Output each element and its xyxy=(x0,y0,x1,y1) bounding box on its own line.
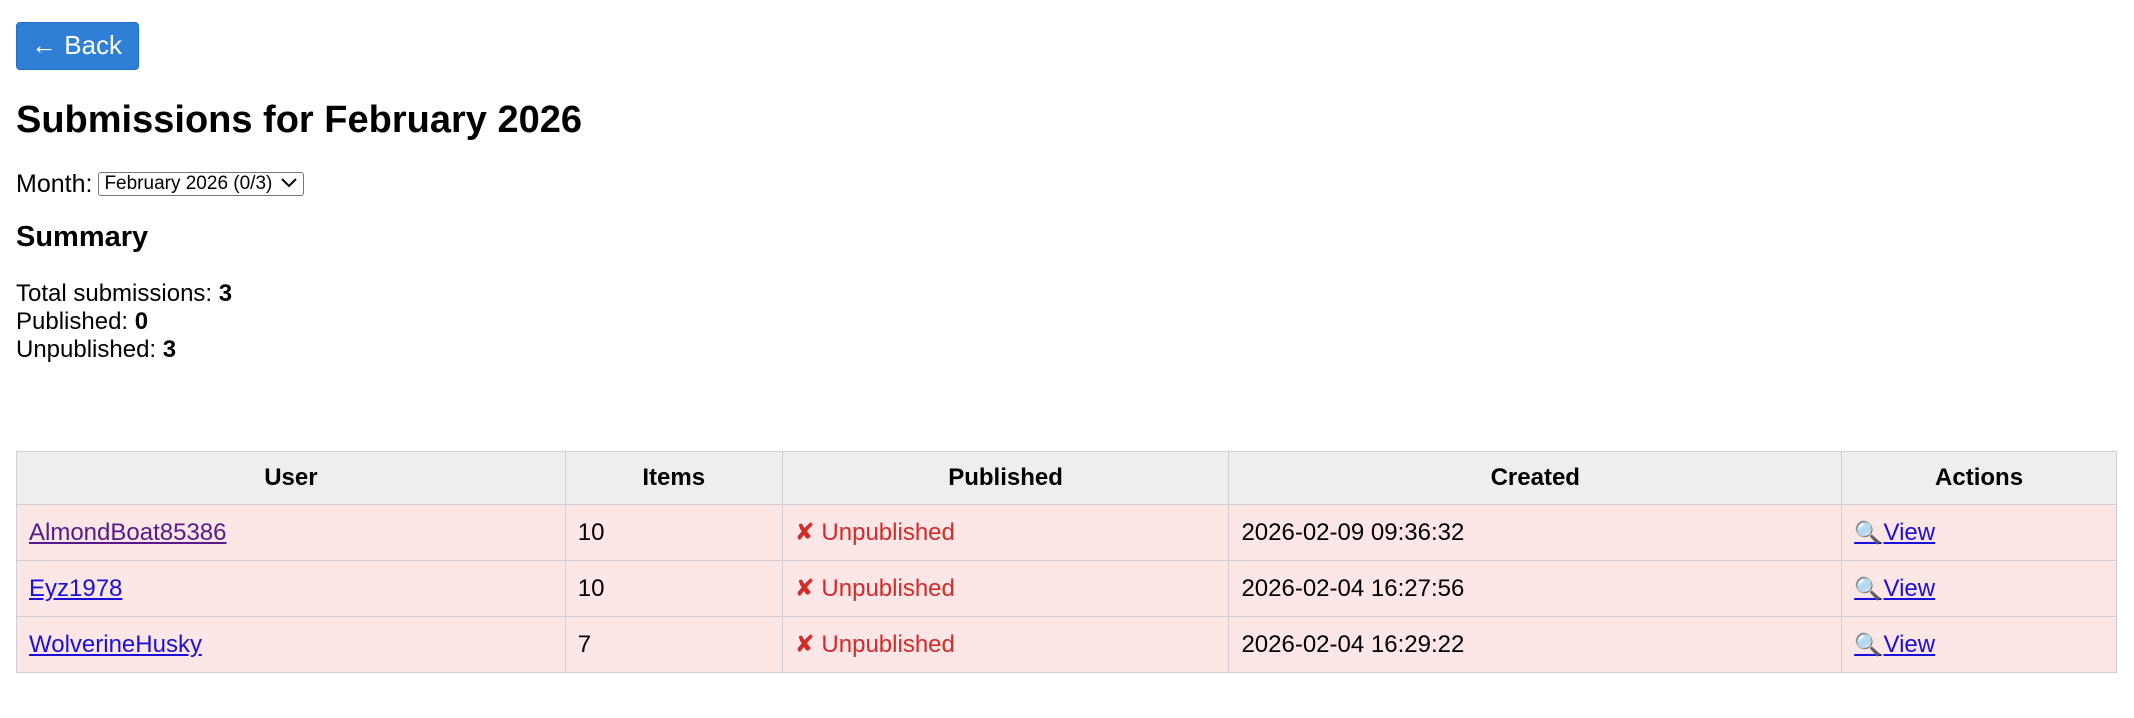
table-row: Eyz1978 10 ✘ Unpublished 2026-02-04 16:2… xyxy=(16,560,2117,617)
status-cell: ✘ Unpublished xyxy=(781,616,1230,673)
created-cell: 2026-02-04 16:27:56 xyxy=(1228,560,1843,617)
view-link-label: View xyxy=(1883,574,1936,602)
view-link-label: View xyxy=(1883,518,1936,546)
user-link[interactable]: AlmondBoat85386 xyxy=(29,519,226,546)
items-cell: 7 xyxy=(564,616,783,673)
items-cell: 10 xyxy=(564,560,783,617)
status-cell: ✘ Unpublished xyxy=(781,504,1230,561)
month-select[interactable]: February 2026 (0/3) xyxy=(98,172,305,197)
view-link-label: View xyxy=(1883,630,1936,658)
magnifying-glass-icon: 🔍 xyxy=(1854,631,1882,657)
user-link[interactable]: WolverineHusky xyxy=(29,631,202,658)
user-link[interactable]: Eyz1978 xyxy=(29,575,122,602)
summary-heading: Summary xyxy=(16,220,149,253)
column-header-created: Created xyxy=(1228,451,1843,505)
user-cell: Eyz1978 xyxy=(16,560,566,617)
chevron-down-icon xyxy=(281,175,298,193)
column-header-user: User xyxy=(16,451,566,505)
user-cell: AlmondBoat85386 xyxy=(16,504,566,561)
month-label: Month: xyxy=(16,169,93,198)
stat-total-label: Total submissions: xyxy=(16,279,213,307)
created-cell: 2026-02-09 09:36:32 xyxy=(1228,504,1843,561)
view-link[interactable]: 🔍View xyxy=(1854,631,1935,658)
month-filter-row: Month: February 2026 (0/3) xyxy=(16,170,2118,199)
page-title: Submissions for February 2026 xyxy=(16,99,582,141)
stat-total-value: 3 xyxy=(218,279,233,307)
summary-stats: Total submissions: 3 Published: 0 Unpubl… xyxy=(16,280,2118,364)
stat-total: Total submissions: 3 xyxy=(16,280,2118,308)
actions-cell: 🔍View xyxy=(1841,616,2117,673)
table-row: WolverineHusky 7 ✘ Unpublished 2026-02-0… xyxy=(16,616,2117,673)
view-link[interactable]: 🔍View xyxy=(1854,575,1935,602)
magnifying-glass-icon: 🔍 xyxy=(1854,519,1882,545)
view-link[interactable]: 🔍View xyxy=(1854,519,1935,546)
stat-published-label: Published: xyxy=(16,307,129,335)
stat-unpublished: Unpublished: 3 xyxy=(16,336,2118,364)
submissions-table: User Items Published Created Actions Alm… xyxy=(16,451,2117,673)
table-header-row: User Items Published Created Actions xyxy=(16,451,2117,505)
page: ← Back Submissions for February 2026 Mon… xyxy=(0,0,2134,673)
user-cell: WolverineHusky xyxy=(16,616,566,673)
stat-unpublished-label: Unpublished: xyxy=(16,335,157,363)
column-header-actions: Actions xyxy=(1841,451,2117,505)
actions-cell: 🔍View xyxy=(1841,560,2117,617)
actions-cell: 🔍View xyxy=(1841,504,2117,561)
month-select-value: February 2026 (0/3) xyxy=(104,173,273,195)
items-cell: 10 xyxy=(564,504,783,561)
magnifying-glass-icon: 🔍 xyxy=(1854,575,1882,601)
table-row: AlmondBoat85386 10 ✘ Unpublished 2026-02… xyxy=(16,504,2117,561)
back-button[interactable]: ← Back xyxy=(16,22,140,70)
stat-published-value: 0 xyxy=(134,307,149,335)
stat-unpublished-value: 3 xyxy=(162,335,177,363)
stat-published: Published: 0 xyxy=(16,308,2118,336)
status-cell: ✘ Unpublished xyxy=(781,560,1230,617)
created-cell: 2026-02-04 16:29:22 xyxy=(1228,616,1843,673)
column-header-items: Items xyxy=(564,451,783,505)
column-header-published: Published xyxy=(781,451,1230,505)
